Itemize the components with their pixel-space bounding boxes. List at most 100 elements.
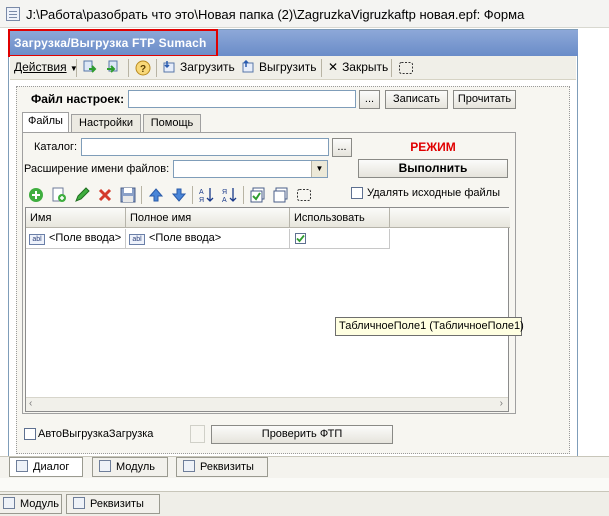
settings-file-field[interactable] [128,90,356,108]
document-icon [6,7,20,21]
outer-tab-module-label: Модуль [20,498,59,510]
upload-label: Загрузить [180,60,235,74]
files-table[interactable]: Имя Полное имя Использовать abl <Поле вво… [25,207,510,412]
dropdown-arrow-icon[interactable]: ▼ [311,161,327,177]
outer-tab-module[interactable]: Модуль [0,494,62,514]
download-label: Выгрузить [259,60,317,74]
column-header-use[interactable]: Использовать [290,208,390,228]
settings-browse-button[interactable]: ... [359,90,380,109]
svg-text:Я: Я [199,197,204,204]
edit-icon[interactable] [73,186,91,204]
move-down-icon[interactable] [170,186,188,204]
table-row-full-name-cell[interactable]: abl <Поле ввода> [126,229,290,249]
export-icon [107,60,118,73]
import-icon [83,60,97,73]
check-ftp-button[interactable]: Проверить ФТП [211,425,393,444]
svg-text:?: ? [140,64,146,75]
dotted-frame-icon[interactable] [295,186,313,204]
upload-icon [163,61,175,73]
catalog-field[interactable] [81,138,329,156]
attributes-icon [183,460,195,472]
outer-tab-attributes-label: Реквизиты [90,498,144,510]
save-settings-button[interactable]: Записать [385,90,448,109]
delete-source-checkbox[interactable] [351,187,363,199]
dotted-frame-icon [399,62,413,74]
text-field-icon: abl [29,234,45,245]
close-label: Закрыть [342,60,389,74]
column-header-full-name[interactable]: Полное имя [126,208,290,228]
toolbar-separator [321,59,322,77]
extension-label: Расширение имени файлов: [24,163,170,175]
table-tooltip: ТабличноеПоле1 (ТабличноеПоле1) [335,317,524,336]
help-icon: ? [135,60,151,76]
select-area-button[interactable] [398,60,417,76]
table-toolbar-separator [243,186,244,204]
attributes-icon [73,497,85,509]
actions-label: Действия [14,60,67,74]
tab-dialog[interactable]: Диалог [9,457,83,477]
table-row-use-cell[interactable] [290,229,390,249]
tab-attributes-label: Реквизиты [200,461,254,473]
copy-row-icon[interactable] [50,186,68,204]
auto-sync-checkbox[interactable] [24,428,36,440]
upload-button[interactable]: Загрузить [163,60,235,76]
tab-attributes[interactable]: Реквизиты [176,457,268,477]
toolbar-separator [391,59,392,77]
horizontal-scrollbar[interactable]: ‹ › [26,397,508,411]
svg-text:A: A [199,189,204,196]
actions-menu[interactable]: Действия ▼ [14,60,78,76]
auto-sync-spacer [190,425,205,443]
toolbar-separator [156,59,157,77]
toolbar-separator [76,59,77,77]
column-header-filler [390,208,510,228]
form-toolbar: Действия ▼ ? Загрузить Выгрузить ✕ Закрыт… [10,56,576,80]
column-header-name[interactable]: Имя [26,208,126,228]
extension-field[interactable]: ▼ [173,160,328,178]
tab-module-label: Модуль [116,461,155,473]
table-row-name-cell[interactable]: abl <Поле ввода> [26,229,126,249]
outer-tab-attributes[interactable]: Реквизиты [66,494,160,514]
mode-label: РЕЖИМ [410,140,456,154]
scroll-right-icon[interactable]: › [500,398,503,409]
highlight-box [8,29,218,57]
delete-icon[interactable] [96,186,114,204]
tab-dialog-label: Диалог [33,461,70,473]
help-button[interactable]: ? [135,60,154,76]
tab-settings[interactable]: Настройки [71,114,141,132]
catalog-label: Каталог: [34,141,78,153]
catalog-browse-button[interactable]: ... [332,138,352,157]
move-up-icon[interactable] [147,186,165,204]
window-title-bar: J:\Работа\разобрать что это\Новая папка … [0,0,609,28]
close-button[interactable]: ✕ Закрыть [328,60,388,76]
checkbox-checked-icon[interactable] [295,233,306,244]
svg-text:Я: Я [222,189,227,196]
module-icon [99,460,111,472]
read-settings-button[interactable]: Прочитать [453,90,516,109]
add-icon[interactable] [27,186,45,204]
tab-module[interactable]: Модуль [92,457,168,477]
download-button[interactable]: Выгрузить [242,60,317,76]
uncheck-all-icon[interactable] [272,186,290,204]
svg-text:A: A [222,197,227,204]
scroll-left-icon[interactable]: ‹ [29,398,32,409]
tab-help[interactable]: Помощь [143,114,201,132]
sort-ascending-icon[interactable]: AЯ [198,186,216,204]
execute-button[interactable]: Выполнить [358,159,508,178]
toolbar-separator [128,59,129,77]
export-button[interactable] [106,60,123,76]
sort-descending-icon[interactable]: ЯA [221,186,239,204]
save-icon[interactable] [119,186,137,204]
window-title: J:\Работа\разобрать что это\Новая папка … [26,7,525,22]
close-icon: ✕ [328,60,339,74]
table-toolbar-separator [141,186,142,204]
tab-files[interactable]: Файлы [22,112,69,133]
check-all-icon[interactable] [249,186,267,204]
import-button[interactable] [83,60,100,76]
delete-source-label: Удалять исходные файлы [367,187,500,199]
settings-file-label: Файл настроек: [31,92,125,106]
cell-name-value: <Поле ввода> [49,232,122,244]
table-toolbar-separator [192,186,193,204]
cell-full-name-value: <Поле ввода> [149,232,222,244]
module-icon [3,497,15,509]
auto-sync-label: АвтоВыгрузкаЗагрузка [38,428,154,440]
